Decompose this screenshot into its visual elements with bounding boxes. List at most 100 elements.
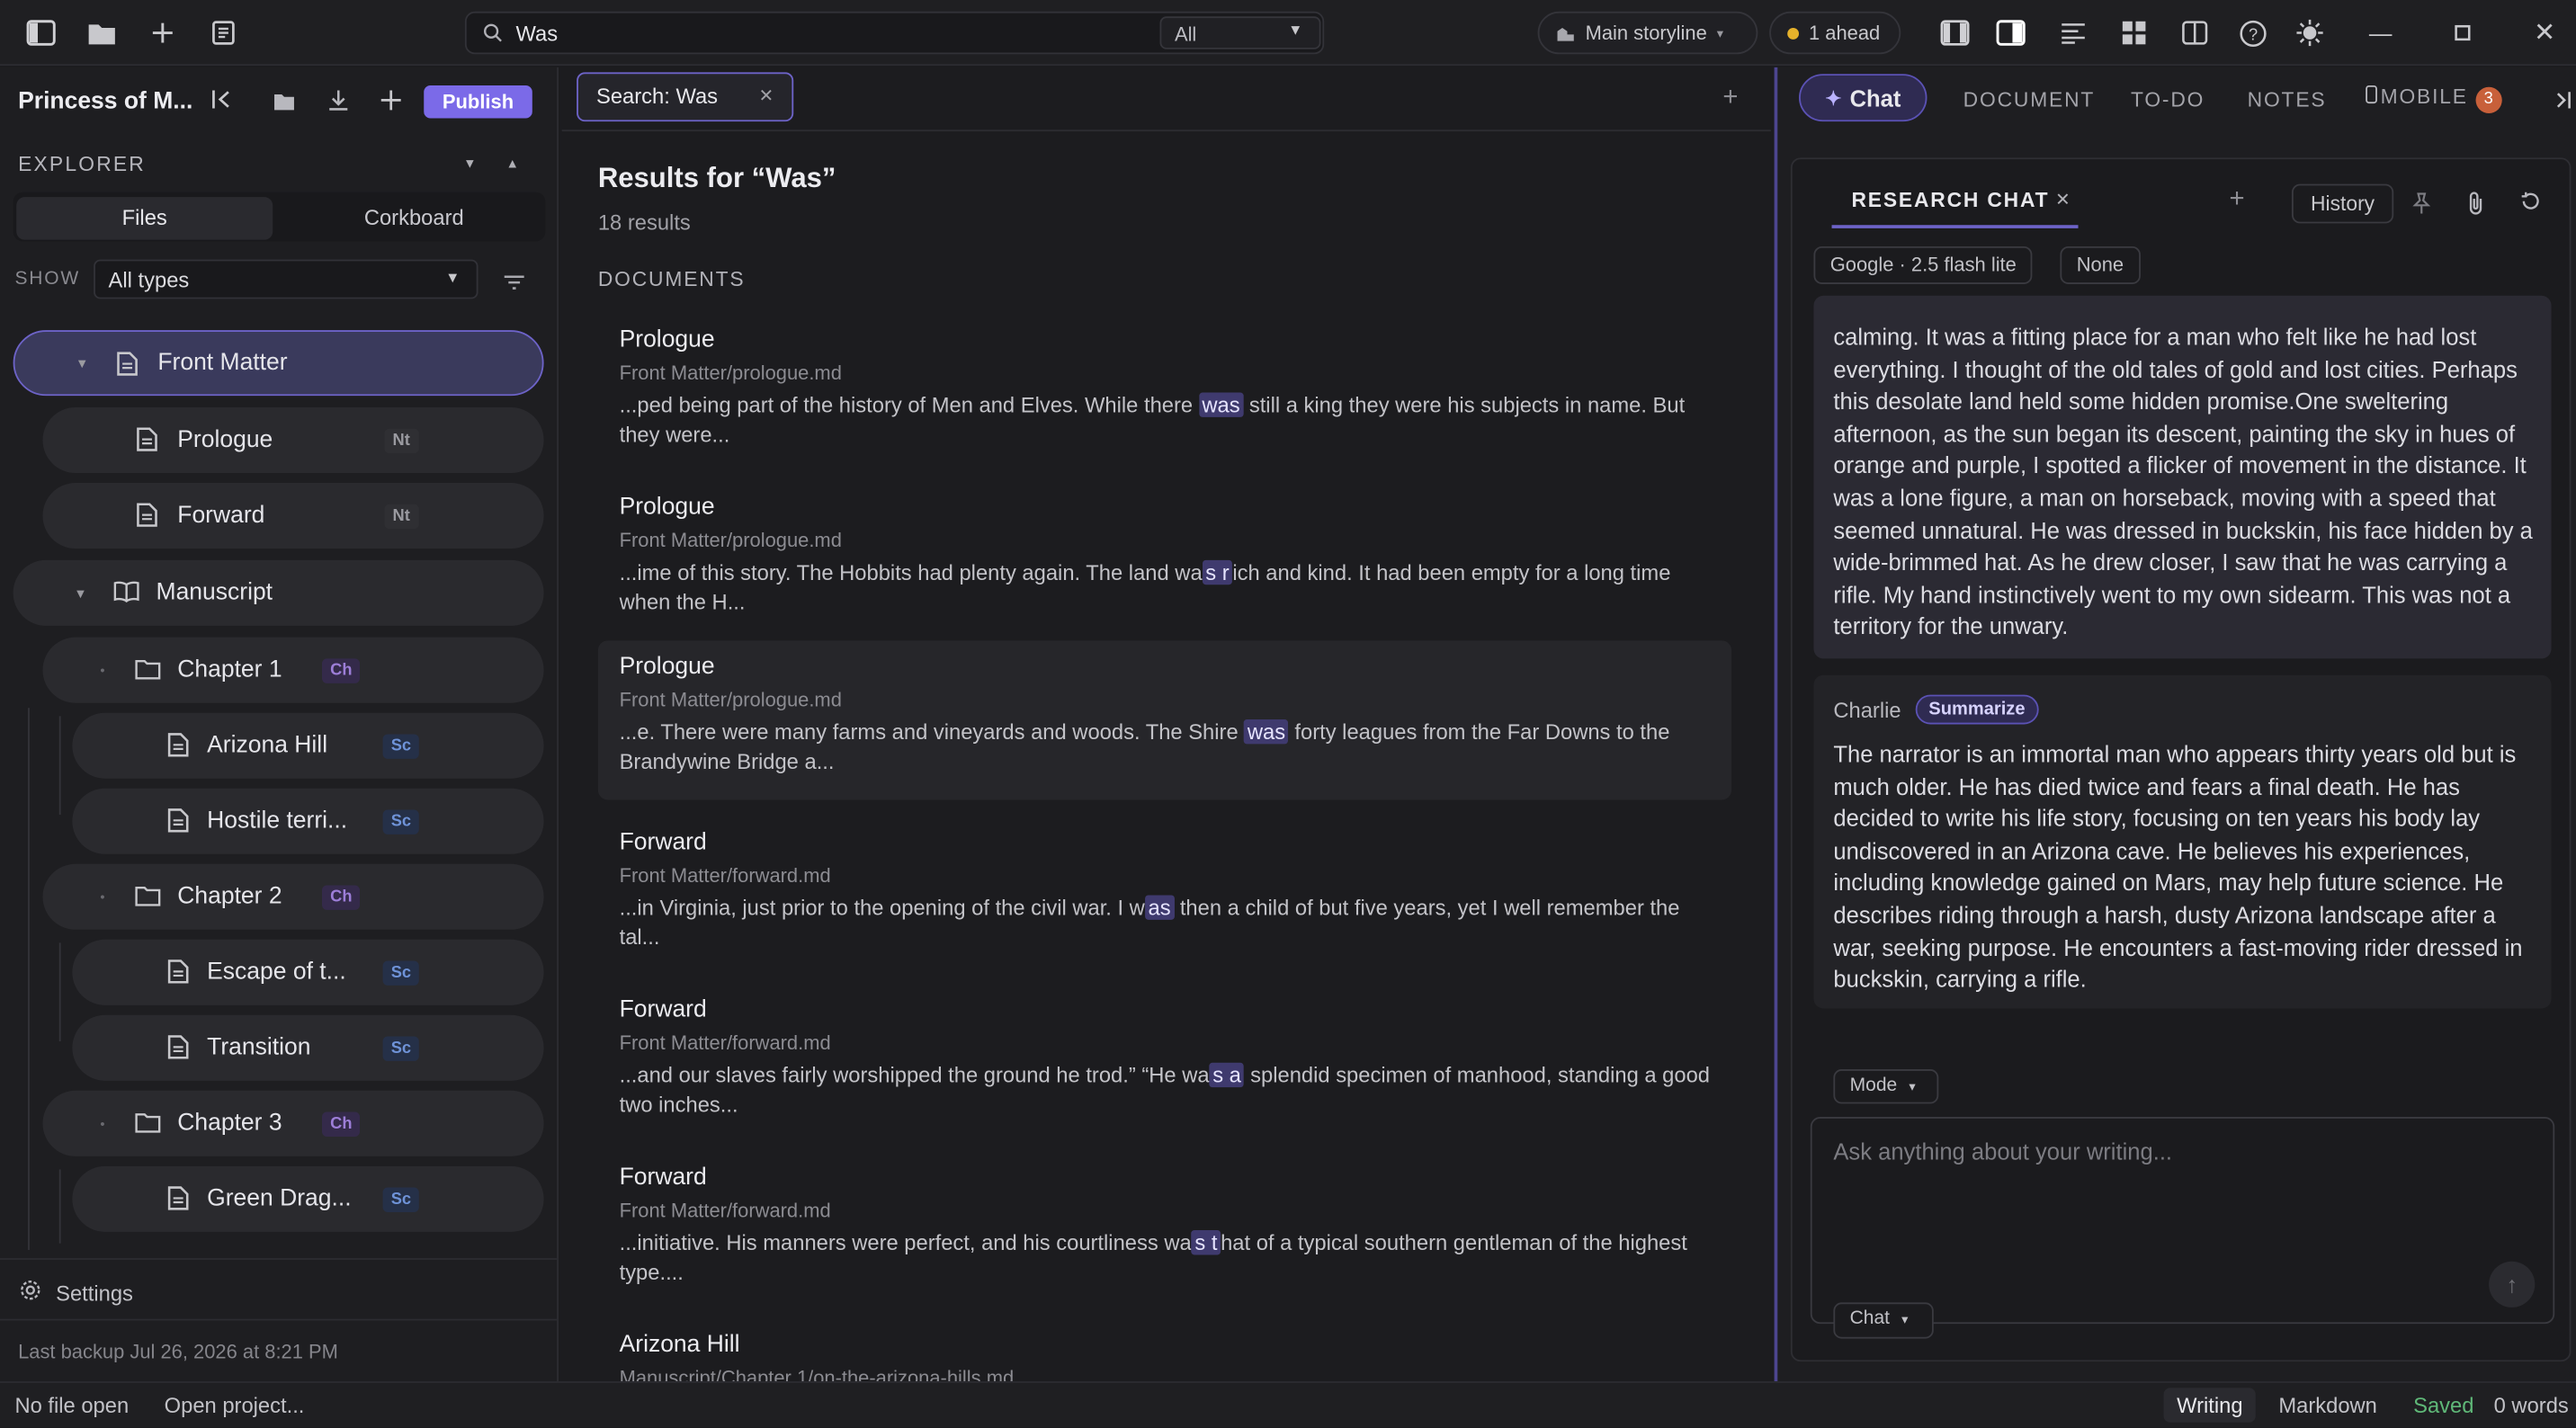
add-item-icon[interactable] xyxy=(380,89,403,120)
history-button[interactable]: History xyxy=(2291,183,2394,224)
chat-input[interactable]: Ask anything about your writing... ↑ xyxy=(1810,1117,2555,1325)
tree-item-label: Front Matter xyxy=(157,350,288,377)
type-badge: Ch xyxy=(321,1111,361,1137)
search-result[interactable]: Prologue Front Matter/prologue.md ...ped… xyxy=(598,314,1731,473)
tree-item-manuscript[interactable]: ▼ Manuscript xyxy=(13,559,544,626)
minimize-icon[interactable]: — xyxy=(2361,13,2401,53)
tab-research-chat[interactable]: RESEARCH CHAT xyxy=(1851,189,2049,212)
project-sidebar: Princess of M... Publish EXPLORER ▼ ▲ Fi… xyxy=(0,67,559,1382)
search-result[interactable]: Forward Front Matter/forward.md ...initi… xyxy=(598,1151,1731,1310)
open-project-link[interactable]: Open project... xyxy=(165,1393,305,1417)
search-result[interactable]: Prologue Front Matter/prologue.md ...e. … xyxy=(597,640,1732,800)
theme-sun-icon[interactable] xyxy=(2290,13,2330,53)
maximize-icon[interactable] xyxy=(2443,13,2482,53)
caret-icon[interactable]: • xyxy=(100,1116,104,1130)
tree-item-transition[interactable]: Transition Sc xyxy=(72,1014,544,1081)
tab-search-results[interactable]: Search: Was ✕ xyxy=(577,72,794,122)
tree-item-chapter-2[interactable]: • Chapter 2 Ch xyxy=(42,863,544,930)
tree-item-label: Chapter 1 xyxy=(177,656,282,683)
chat-mode-select[interactable]: Chat ▾ xyxy=(1833,1302,1934,1339)
tree-item-front-matter[interactable]: ▼ Front Matter xyxy=(13,330,544,397)
search-input[interactable]: Was xyxy=(516,22,559,46)
result-path: Front Matter/prologue.md xyxy=(619,688,842,711)
tab-todo[interactable]: TO-DO xyxy=(2131,89,2205,112)
caret-down-icon[interactable]: ▼ xyxy=(76,355,88,370)
send-arrow-icon[interactable]: ↑ xyxy=(2489,1261,2536,1308)
new-file-plus-icon[interactable] xyxy=(143,13,183,53)
type-filter-select[interactable]: All types ▼ xyxy=(94,259,479,299)
result-title: Prologue xyxy=(619,653,715,681)
chevron-down-icon[interactable]: ▼ xyxy=(463,156,476,171)
writing-mode-button[interactable]: Writing xyxy=(2163,1388,2257,1423)
split-view-icon[interactable] xyxy=(1936,13,1975,53)
tree-item-forward[interactable]: Forward Nt xyxy=(42,482,544,549)
result-snippet: ...in Virginia, just prior to the openin… xyxy=(619,895,1680,950)
tree-item-arizona-hill[interactable]: Arizona Hill Sc xyxy=(72,712,544,779)
attachment-icon[interactable] xyxy=(2466,191,2486,224)
global-search[interactable]: Was All ▼ xyxy=(464,11,1325,55)
grid-icon[interactable] xyxy=(2115,13,2154,53)
close-tab-icon[interactable]: ✕ xyxy=(758,85,774,107)
tab-chat[interactable]: ✦ Chat xyxy=(1799,74,1928,122)
right-panel-toggle-icon[interactable] xyxy=(1991,13,2031,53)
tree-item-green-dragon[interactable]: Green Drag... Sc xyxy=(72,1165,544,1232)
publish-button[interactable]: Publish xyxy=(424,85,532,119)
search-result[interactable]: Forward Front Matter/forward.md ...in Vi… xyxy=(598,817,1731,976)
download-icon[interactable] xyxy=(326,89,350,120)
project-title[interactable]: Princess of M... xyxy=(18,89,192,115)
help-icon[interactable]: ? xyxy=(2232,13,2272,53)
tab-mobile[interactable]: MOBILE 3 xyxy=(2366,85,2502,114)
storyline-selector[interactable]: Main storyline ▾ xyxy=(1537,11,1758,55)
tab-files[interactable]: Files xyxy=(16,197,273,240)
caret-icon[interactable]: • xyxy=(100,663,104,677)
settings-button[interactable]: Settings xyxy=(20,1280,133,1306)
result-snippet: ...ime of this story. The Hobbits had pl… xyxy=(619,559,1671,615)
tab-label: Search: Was xyxy=(596,84,719,109)
sync-status[interactable]: 1 ahead xyxy=(1769,11,1901,55)
sidebar-toggle-icon[interactable] xyxy=(22,13,61,53)
search-result[interactable]: Forward Front Matter/forward.md ...and o… xyxy=(598,984,1731,1143)
tree-item-prologue[interactable]: Prologue Nt xyxy=(42,406,544,474)
document-list-icon[interactable] xyxy=(203,13,243,53)
caret-down-icon[interactable]: ▼ xyxy=(74,585,86,600)
markdown-mode-button[interactable]: Markdown xyxy=(2278,1393,2377,1417)
message-text: calming. It was a fitting place for a ma… xyxy=(1833,323,2533,640)
new-tab-plus-icon[interactable]: + xyxy=(1722,84,1738,113)
chevron-down-icon: ▾ xyxy=(1716,25,1724,40)
close-window-icon[interactable]: ✕ xyxy=(2525,13,2564,53)
columns-icon[interactable] xyxy=(2175,13,2214,53)
reset-chat-icon[interactable] xyxy=(2520,191,2542,220)
model-chip[interactable]: Google · 2.5 flash lite xyxy=(1813,245,2034,284)
context-chip[interactable]: None xyxy=(2060,245,2141,284)
tab-document[interactable]: DOCUMENT xyxy=(1963,89,2096,112)
chat-message-assistant: Charlie Summarize The narrator is an imm… xyxy=(1813,674,2552,1009)
search-scope-select[interactable]: All ▼ xyxy=(1159,16,1321,49)
tree-item-hostile-territory[interactable]: Hostile terri... Sc xyxy=(72,788,544,854)
search-result[interactable]: Arizona Hill Manuscript/Chapter 1/on-the… xyxy=(598,1319,1731,1381)
tree-item-escape[interactable]: Escape of t... Sc xyxy=(72,939,544,1005)
tree-item-chapter-1[interactable]: • Chapter 1 Ch xyxy=(42,637,544,703)
match-highlight: as xyxy=(1144,895,1175,920)
caret-icon[interactable]: • xyxy=(100,889,104,904)
new-chat-plus-icon[interactable]: + xyxy=(2230,185,2245,215)
tab-corkboard[interactable]: Corkboard xyxy=(286,197,542,239)
mode-select[interactable]: Mode ▾ xyxy=(1833,1069,1939,1104)
open-folder-icon[interactable] xyxy=(273,90,296,120)
collapse-sidebar-icon[interactable] xyxy=(210,89,232,119)
match-highlight: was xyxy=(1244,719,1289,745)
tree-item-chapter-3[interactable]: • Chapter 3 Ch xyxy=(42,1090,544,1156)
document-icon xyxy=(167,1035,189,1067)
tree-item-label: Escape of t... xyxy=(207,959,346,986)
collapse-panel-icon[interactable] xyxy=(2556,89,2572,119)
tab-notes[interactable]: NOTES xyxy=(2248,89,2327,112)
outline-icon[interactable] xyxy=(2053,13,2093,53)
backup-status: Last backup Jul 26, 2026 at 8:21 PM xyxy=(18,1340,338,1363)
pin-icon[interactable] xyxy=(2411,192,2431,224)
folder-icon[interactable] xyxy=(82,13,121,53)
search-result[interactable]: Prologue Front Matter/prologue.md ...ime… xyxy=(598,481,1731,640)
type-badge: Ch xyxy=(321,884,361,909)
chevron-up-icon[interactable]: ▲ xyxy=(506,156,519,171)
match-highlight: was xyxy=(1198,392,1244,417)
close-chat-tab-icon[interactable]: ✕ xyxy=(2055,189,2071,210)
filter-icon[interactable] xyxy=(503,270,526,299)
